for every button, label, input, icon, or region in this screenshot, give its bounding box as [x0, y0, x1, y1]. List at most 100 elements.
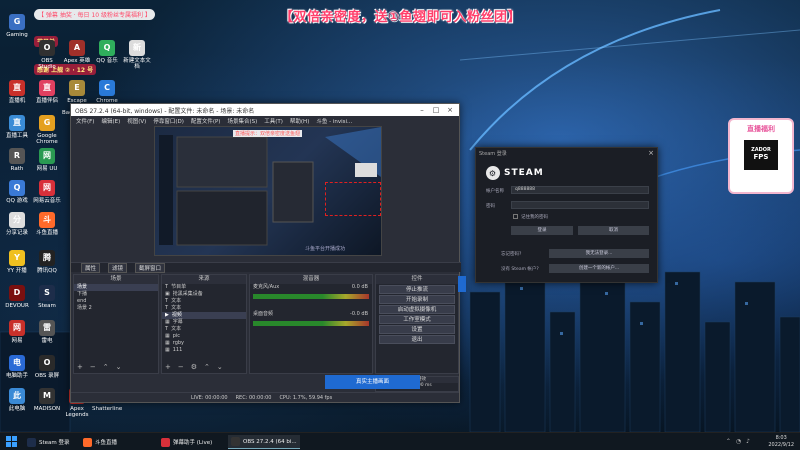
desktop-icon[interactable]: 此此电脑: [2, 388, 32, 412]
menu-tools[interactable]: 工具(T): [264, 117, 283, 125]
desktop-icon[interactable]: G Google Chrome: [32, 115, 62, 145]
desktop-icon[interactable]: 网网易: [2, 320, 32, 344]
volume-meter[interactable]: [253, 294, 369, 299]
taskbar-item[interactable]: 斗鱼直播: [80, 435, 120, 449]
move-up-icon[interactable]: ⌃: [103, 363, 109, 371]
minimize-icon[interactable]: –: [415, 104, 429, 116]
menu-help[interactable]: 帮助(H): [290, 117, 309, 125]
desktop-icon[interactable]: 直直播伴侣: [32, 80, 62, 104]
exit-button[interactable]: 退出: [379, 335, 455, 344]
source-item[interactable]: T 文本: [162, 326, 246, 333]
taskbar-item[interactable]: Steam 登录: [24, 435, 73, 449]
menu-profile[interactable]: 配置文件(P): [191, 117, 221, 125]
menu-douyu[interactable]: 斗鱼 - invisi...: [316, 117, 352, 125]
desktop-icon[interactable]: 雷雷电: [32, 320, 62, 344]
obs-titlebar[interactable]: OBS 27.2.4 (64-bit, windows) - 配置文件: 未命名…: [71, 104, 459, 116]
desktop-icon[interactable]: D DEVOUR: [2, 285, 32, 309]
volume-icon[interactable]: ♪: [746, 438, 750, 445]
remember-checkbox[interactable]: [513, 214, 518, 219]
add-source-icon[interactable]: +: [165, 363, 171, 371]
start-recording-button[interactable]: 开始录制: [379, 295, 455, 304]
source-item[interactable]: ▦ pic: [162, 333, 246, 340]
source-item[interactable]: ▦ 字幕: [162, 319, 246, 326]
desktop-icon[interactable]: 腾腾讯QQ: [32, 250, 62, 274]
source-item[interactable]: ▦ 111: [162, 347, 246, 354]
move-down-icon[interactable]: ⌄: [217, 363, 223, 371]
desktop-icon[interactable]: O OBS Studio: [32, 40, 62, 70]
properties-button[interactable]: 属性: [81, 262, 101, 273]
menu-edit[interactable]: 编辑(E): [101, 117, 120, 125]
virtual-camera-button[interactable]: 启动虚拟摄像机: [379, 305, 455, 314]
desktop-icon[interactable]: 分分享记录: [2, 212, 32, 236]
cancel-button[interactable]: 取消: [578, 226, 649, 235]
desktop-icon[interactable]: 直直播机: [2, 80, 32, 104]
remove-scene-icon[interactable]: −: [90, 363, 96, 371]
source-item[interactable]: ▦ rgby: [162, 340, 246, 347]
start-button[interactable]: [6, 435, 20, 448]
move-up-icon[interactable]: ⌃: [204, 363, 210, 371]
studio-mode-button[interactable]: 工作室模式: [379, 315, 455, 324]
desktop-icon[interactable]: A Apex 英雄: [62, 40, 92, 64]
password-field[interactable]: [511, 201, 649, 209]
obs-side-handle[interactable]: [458, 276, 466, 292]
scene-item[interactable]: 场景 2: [74, 305, 158, 312]
move-down-icon[interactable]: ⌄: [116, 363, 122, 371]
network-icon[interactable]: ◔: [736, 438, 741, 445]
clock[interactable]: 8:03 2022/9/12: [768, 435, 794, 449]
obs-preview[interactable]: 直播提示：双倍亲密度送鱼翅 斗鱼平台开播成功: [154, 126, 382, 256]
chevron-up-icon[interactable]: ⌃: [726, 438, 731, 445]
taskbar-item[interactable]: OBS 27.2.4 (64 bi...: [228, 435, 300, 449]
desktop-icon[interactable]: 网网易云音乐: [32, 180, 62, 204]
desktop-icon[interactable]: S Steam: [32, 285, 62, 309]
menu-view[interactable]: 视图(V): [127, 117, 146, 125]
volume-meter[interactable]: [253, 321, 369, 326]
desktop-icon[interactable]: 直直播工具: [2, 115, 32, 139]
mixer-header: 混音器: [250, 275, 372, 284]
obs-window[interactable]: OBS 27.2.4 (64-bit, windows) - 配置文件: 未命名…: [70, 103, 461, 403]
desktop-icon[interactable]: Y YY 开播: [2, 250, 32, 274]
desktop-icon[interactable]: Q QQ 游戏: [2, 180, 32, 204]
login-button[interactable]: 登录: [511, 226, 573, 235]
desktop-icon[interactable]: 斗斗鱼直播: [32, 212, 62, 236]
window-capture-button[interactable]: 截屏窗口: [135, 262, 166, 273]
menu-scene-collection[interactable]: 场景集合(S): [227, 117, 257, 125]
source-item[interactable]: T 节目单: [162, 284, 246, 291]
desktop-icon[interactable]: M MADISON: [32, 388, 62, 412]
scene-item[interactable]: 下播: [74, 291, 158, 298]
source-item[interactable]: T 文本: [162, 305, 246, 312]
add-scene-icon[interactable]: +: [77, 363, 83, 371]
obs-helper-bar[interactable]: 真实主播画面: [325, 375, 420, 389]
filters-button[interactable]: 滤镜: [108, 262, 128, 273]
preview-selection-box[interactable]: [325, 182, 381, 216]
steam-login-window[interactable]: Steam 登录 × ⚙ STEAM 帐户名称 q888888 密码 记住我的密…: [475, 147, 658, 283]
scene-item[interactable]: end: [74, 298, 158, 305]
close-icon[interactable]: ×: [648, 149, 654, 157]
desktop-icon[interactable]: C Chrome: [92, 80, 122, 104]
close-icon[interactable]: ×: [443, 104, 457, 116]
account-field[interactable]: q888888: [511, 186, 649, 194]
steam-titlebar[interactable]: Steam 登录 ×: [476, 148, 657, 158]
menu-file[interactable]: 文件(F): [76, 117, 94, 125]
create-account-button[interactable]: 创建一个新的帐户...: [549, 264, 649, 273]
desktop-icon[interactable]: R Rath: [2, 148, 32, 172]
desktop-icon[interactable]: 新新建文本文档: [122, 40, 152, 70]
preview-caption: 斗鱼平台开播成功: [305, 246, 346, 252]
menu-docks[interactable]: 停靠窗口(D): [153, 117, 184, 125]
stop-streaming-button[interactable]: 停止推流: [379, 285, 455, 294]
remove-source-icon[interactable]: −: [178, 363, 184, 371]
scene-item[interactable]: 场景: [74, 284, 158, 291]
source-item[interactable]: ▣ 抢黑采集设备: [162, 291, 246, 298]
desktop-icon[interactable]: 电电脑助手: [2, 355, 32, 379]
desktop-icon[interactable]: Q QQ 音乐: [92, 40, 122, 64]
desktop-icon-label: 直播机: [8, 98, 26, 104]
desktop-icon[interactable]: G Gaming: [2, 14, 32, 38]
source-item[interactable]: ▶ 视频: [162, 312, 246, 319]
desktop-icon[interactable]: 网网易 UU: [32, 148, 62, 172]
settings-button[interactable]: 设置: [379, 325, 455, 334]
taskbar-item[interactable]: 弹幕助手 (Live): [158, 435, 215, 449]
source-settings-icon[interactable]: ⚙: [191, 363, 197, 371]
forgot-button[interactable]: 我无法登录...: [549, 249, 649, 258]
maximize-icon[interactable]: □: [429, 104, 443, 116]
desktop-icon[interactable]: O OBS 录屏: [32, 355, 62, 379]
source-item[interactable]: T 文本: [162, 298, 246, 305]
